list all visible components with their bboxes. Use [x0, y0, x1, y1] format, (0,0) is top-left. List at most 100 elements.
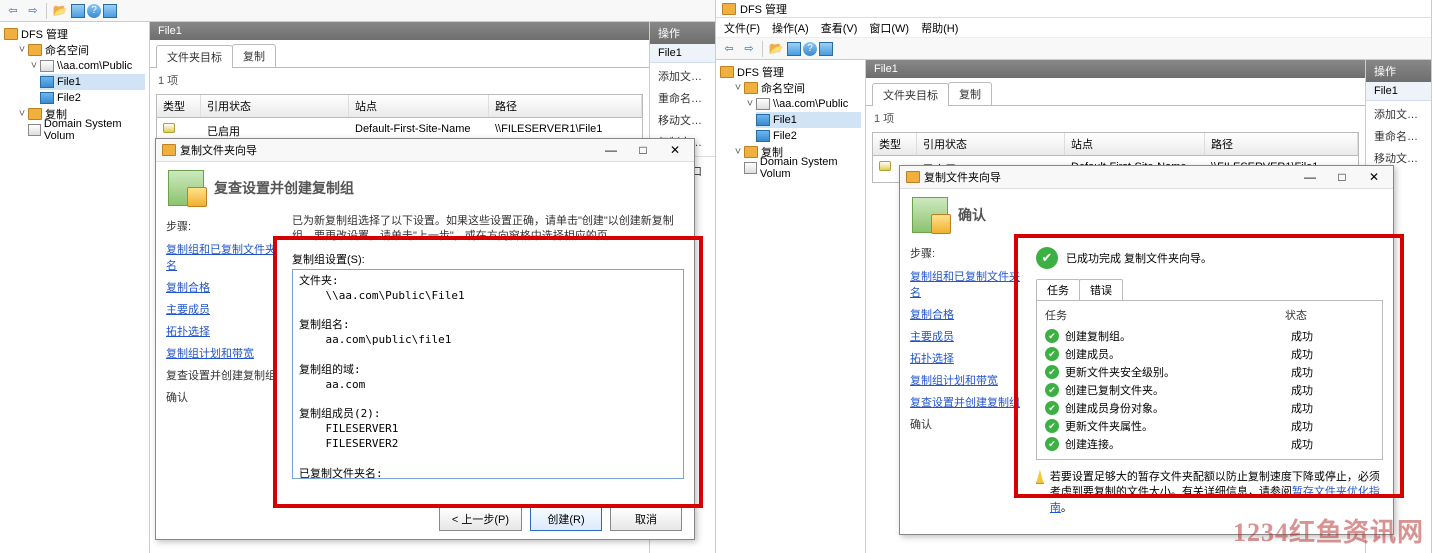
collapse-icon[interactable]: ˅	[16, 108, 28, 120]
collapse-icon[interactable]: ˅	[28, 60, 40, 72]
file-icon	[756, 130, 770, 142]
task-header: 任务 状态	[1045, 307, 1374, 323]
tab-row: 文件夹目标 复制	[150, 40, 649, 68]
view-icon[interactable]	[787, 42, 801, 56]
action-add-target[interactable]: 添加文件夹目标...	[1366, 103, 1431, 125]
forward-icon[interactable]: ⇨	[740, 40, 758, 58]
tree-ns-path[interactable]: ˅\\aa.com\Public	[28, 58, 145, 74]
tree-domain[interactable]: Domain System Volum	[28, 122, 145, 138]
confirm-row: ✔ 已成功完成 复制文件夹向导。	[1036, 247, 1383, 269]
step-link[interactable]: 复制合格	[166, 276, 284, 298]
tab-targets[interactable]: 文件夹目标	[156, 45, 233, 68]
wizard-titlebar[interactable]: 复制文件夹向导 — □ ✕	[900, 166, 1393, 189]
watermark: 1234红鱼资讯网	[1233, 512, 1424, 549]
menu-action[interactable]: 操作(A)	[772, 20, 809, 36]
tab-targets[interactable]: 文件夹目标	[872, 83, 949, 106]
action-move[interactable]: 移动文件夹...	[650, 109, 715, 131]
menu-file[interactable]: 文件(F)	[724, 20, 760, 36]
tree-ns-path[interactable]: ˅\\aa.com\Public	[744, 96, 861, 112]
step-link[interactable]: 复制组计划和带宽	[166, 342, 284, 364]
col-path[interactable]: 路径	[1205, 133, 1358, 155]
col-path[interactable]: 路径	[489, 95, 642, 117]
open-folder-icon[interactable]: 📂	[51, 2, 69, 20]
tree-pane: DFS 管理 ˅命名空间 ˅\\aa.com\Public File1 File…	[0, 22, 150, 553]
forward-icon[interactable]: ⇨	[24, 2, 42, 20]
wizard-title-text: 复制文件夹向导	[924, 169, 1001, 185]
collapse-icon[interactable]: ˅	[16, 44, 28, 56]
wizard-titlebar[interactable]: 复制文件夹向导 — □ ✕	[156, 139, 694, 162]
step-link[interactable]: 拓扑选择	[166, 320, 284, 342]
back-icon[interactable]: ⇦	[4, 2, 22, 20]
task-table: 任务 状态 ✔创建复制组。成功✔创建成员。成功✔更新文件夹安全级别。成功✔创建已…	[1036, 300, 1383, 460]
task-name: 更新文件夹属性。	[1065, 418, 1291, 434]
collapse-icon[interactable]: ˅	[732, 82, 744, 94]
col-refstate[interactable]: 引用状态	[201, 95, 349, 117]
extra-icon[interactable]	[103, 4, 117, 18]
toolbar: ⇦ ⇨ 📂 ?	[0, 0, 715, 22]
maximize-icon[interactable]: □	[1329, 170, 1355, 184]
step-link[interactable]: 复制合格	[910, 303, 1028, 325]
wizard-heading: 复查设置并创建复制组	[214, 178, 354, 198]
task-tabs: 任务 错误	[1036, 279, 1383, 300]
step-link[interactable]: 复制组和已复制文件夹名	[910, 265, 1028, 303]
warning-row: 若要设置足够大的暂存文件夹配额以防止复制速度下降或停止，必须考虑到要复制的文件大…	[1036, 470, 1383, 516]
open-folder-icon[interactable]: 📂	[767, 40, 785, 58]
step-link[interactable]: 复制组和已复制文件夹名	[166, 238, 284, 276]
action-rename[interactable]: 重命名文件夹...	[650, 87, 715, 109]
maximize-icon[interactable]: □	[630, 143, 656, 157]
step-link[interactable]: 主要成员	[910, 325, 1028, 347]
col-refstate[interactable]: 引用状态	[917, 133, 1065, 155]
tree-file1[interactable]: File1	[40, 74, 145, 90]
step-link[interactable]: 主要成员	[166, 298, 284, 320]
wizard-desc: 已为新复制组选择了以下设置。如果这些设置正确，请单击"创建"以创建新复制组。要更…	[292, 214, 684, 245]
close-icon[interactable]: ✕	[1361, 170, 1387, 184]
tab-tasks[interactable]: 任务	[1036, 279, 1080, 300]
check-icon: ✔	[1045, 347, 1059, 361]
col-type[interactable]: 类型	[873, 133, 917, 155]
col-site[interactable]: 站点	[1065, 133, 1205, 155]
help-icon[interactable]: ?	[803, 42, 817, 56]
collapse-icon[interactable]: ˅	[732, 146, 744, 158]
tree-file2[interactable]: File2	[40, 90, 145, 106]
extra-icon[interactable]	[819, 42, 833, 56]
help-icon[interactable]: ?	[87, 4, 101, 18]
file-icon	[756, 114, 770, 126]
col-site[interactable]: 站点	[349, 95, 489, 117]
tree-file2[interactable]: File2	[756, 128, 861, 144]
tab-replication[interactable]: 复制	[232, 44, 276, 67]
step-current: 复查设置并创建复制组	[166, 364, 284, 386]
minimize-icon[interactable]: —	[598, 143, 624, 157]
tab-errors[interactable]: 错误	[1079, 279, 1123, 300]
action-add-target[interactable]: 添加文件夹目标...	[650, 65, 715, 87]
close-icon[interactable]: ✕	[662, 143, 688, 157]
step-link[interactable]: 拓扑选择	[910, 347, 1028, 369]
tree-namespaces[interactable]: ˅命名空间	[16, 42, 145, 58]
tree-namespaces[interactable]: ˅命名空间	[732, 80, 861, 96]
task-status: 成功	[1291, 400, 1374, 416]
step-link[interactable]: 复制组计划和带宽	[910, 369, 1028, 391]
toolbar-sep	[762, 41, 763, 57]
menu-view[interactable]: 查看(V)	[821, 20, 858, 36]
back-icon[interactable]: ⇦	[720, 40, 738, 58]
settings-textarea[interactable]	[292, 269, 684, 479]
tree-file1[interactable]: File1	[756, 112, 861, 128]
prev-button[interactable]: < 上一步(P)	[439, 507, 522, 531]
minimize-icon[interactable]: —	[1297, 170, 1323, 184]
status-icon	[879, 161, 891, 171]
view-icon[interactable]	[71, 4, 85, 18]
check-icon: ✔	[1045, 437, 1059, 451]
tree-root[interactable]: DFS 管理	[720, 64, 861, 80]
tab-replication[interactable]: 复制	[948, 82, 992, 105]
menu-help[interactable]: 帮助(H)	[921, 20, 958, 36]
steps-label: 步骤:	[910, 245, 1028, 261]
tree-domain[interactable]: Domain System Volum	[744, 160, 861, 176]
tree-root[interactable]: DFS 管理	[4, 26, 145, 42]
action-rename[interactable]: 重命名文件夹...	[1366, 125, 1431, 147]
step-link[interactable]: 复查设置并创建复制组	[910, 391, 1028, 413]
create-button[interactable]: 创建(R)	[530, 507, 602, 531]
menu-window[interactable]: 窗口(W)	[869, 20, 909, 36]
cancel-button[interactable]: 取消	[610, 507, 682, 531]
col-type[interactable]: 类型	[157, 95, 201, 117]
collapse-icon[interactable]: ˅	[744, 98, 756, 110]
menubar: 文件(F) 操作(A) 查看(V) 窗口(W) 帮助(H)	[716, 18, 1431, 38]
